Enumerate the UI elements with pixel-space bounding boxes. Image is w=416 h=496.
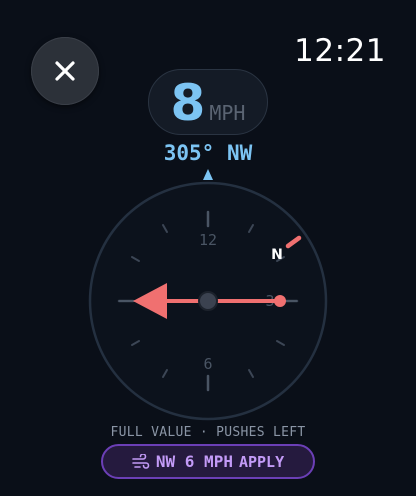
wind-arrow-tail [274,295,286,307]
north-label: N [271,247,283,263]
apply-wind-button[interactable]: NW 6 MPH APPLY [101,444,315,479]
apply-wind-summary: NW 6 MPH [155,452,233,471]
wind-screen: 12:21 8 MPH 305° NW 12 6 3 [0,0,416,496]
dial-label-12: 12 [199,231,217,249]
wind-icon [132,453,150,469]
heading-marker-icon [203,169,213,180]
dial-center-hub [198,291,218,311]
wind-effect-caption: FULL VALUE · PUSHES LEFT [110,425,306,440]
wind-dial: 12 6 3 N [88,169,328,421]
apply-label: APPLY [238,452,285,471]
dial-label-6: 6 [203,355,212,373]
